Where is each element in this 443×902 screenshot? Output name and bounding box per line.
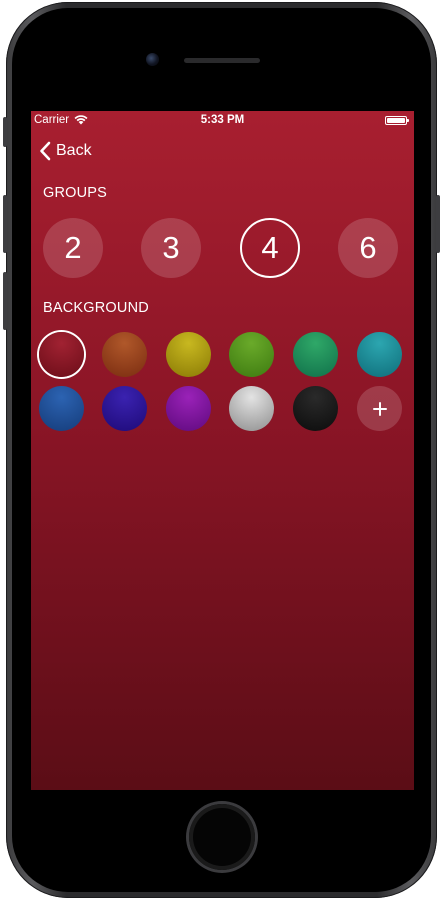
volume-down-button	[3, 272, 7, 330]
add-color-button[interactable]	[357, 386, 402, 431]
plus-icon	[372, 401, 387, 416]
swatch-cyan[interactable]	[357, 332, 402, 377]
swatch-purple[interactable]	[166, 386, 211, 431]
earpiece-speaker	[184, 58, 260, 63]
swatch-teal[interactable]	[293, 332, 338, 377]
back-label: Back	[56, 142, 92, 159]
power-button	[436, 195, 440, 253]
background-heading: BACKGROUND	[43, 300, 149, 316]
mute-switch	[3, 117, 7, 147]
swatch-black[interactable]	[293, 386, 338, 431]
chevron-left-icon	[40, 141, 51, 161]
group-option-4[interactable]: 4	[240, 218, 300, 278]
swatch-yellow[interactable]	[166, 332, 211, 377]
status-bar: Carrier 5:33 PM	[31, 111, 414, 131]
back-button[interactable]: Back	[39, 139, 92, 163]
swatch-red[interactable]	[39, 332, 84, 377]
volume-up-button	[3, 195, 7, 253]
swatch-blue[interactable]	[39, 386, 84, 431]
swatch-indigo[interactable]	[102, 386, 147, 431]
groups-heading: GROUPS	[43, 185, 108, 201]
group-option-2[interactable]: 2	[43, 218, 103, 278]
status-time: 5:33 PM	[200, 114, 245, 126]
battery-icon	[385, 116, 409, 125]
group-option-6[interactable]: 6	[338, 218, 398, 278]
home-button[interactable]	[189, 804, 255, 870]
front-camera	[146, 53, 159, 66]
swatch-green[interactable]	[229, 332, 274, 377]
swatch-orange[interactable]	[102, 332, 147, 377]
app-screen: Carrier 5:33 PM Back GROUPS 2346 BACKGRO…	[31, 111, 414, 790]
swatch-silver[interactable]	[229, 386, 274, 431]
group-option-3[interactable]: 3	[141, 218, 201, 278]
